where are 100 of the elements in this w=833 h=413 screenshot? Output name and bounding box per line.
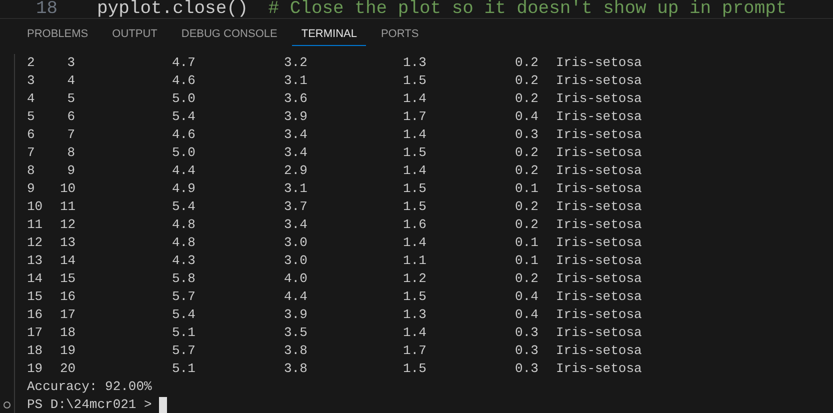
table-cell-text: 1.5 bbox=[403, 360, 428, 378]
table-cell-text: 4.7 bbox=[172, 54, 196, 72]
table-cell-text: 1.5 bbox=[403, 144, 428, 162]
table-cell-text: 0.4 bbox=[515, 306, 540, 324]
table-cell-text: 4.8 bbox=[172, 234, 196, 252]
table-cell-text: 9 bbox=[66, 162, 75, 180]
table-cell-text: Iris-setosa bbox=[556, 288, 643, 306]
table-cell-text: 3 bbox=[66, 54, 75, 72]
table-cell-text: 0.1 bbox=[515, 180, 540, 198]
panel-tab[interactable]: TERMINAL bbox=[292, 24, 366, 46]
table-cell-text: 5.1 bbox=[172, 324, 196, 342]
table-cell-text: 0.2 bbox=[515, 270, 540, 288]
table-cell-text: 5.4 bbox=[172, 198, 196, 216]
table-cell-text: 2.9 bbox=[284, 162, 308, 180]
table-cell-text: 3 bbox=[27, 72, 36, 90]
table-cell-text: 7 bbox=[27, 144, 36, 162]
table-cell-text: 0.2 bbox=[515, 144, 540, 162]
code-text: pyplot.close() bbox=[97, 0, 248, 18]
table-cell-text: 8 bbox=[66, 144, 75, 162]
table-cell-text: 1.4 bbox=[403, 126, 428, 144]
table-cell-text: 0.3 bbox=[515, 324, 540, 342]
table-cell-text: Iris-setosa bbox=[556, 144, 643, 162]
table-cell-text: 5 bbox=[66, 90, 75, 108]
table-cell-text: 7 bbox=[66, 126, 75, 144]
table-cell-text: 0.2 bbox=[515, 54, 540, 72]
table-cell-text: 3.2 bbox=[284, 54, 308, 72]
table-cell-text: Iris-setosa bbox=[556, 72, 643, 90]
panel-tab[interactable]: OUTPUT bbox=[103, 24, 166, 46]
table-cell-text: 4.4 bbox=[284, 288, 308, 306]
terminal-prompt: PS D:\24mcr021 > bbox=[27, 396, 152, 413]
table-cell-text: 6 bbox=[27, 126, 36, 144]
table-cell-text: 0.2 bbox=[515, 162, 540, 180]
table-cell-text: 18 bbox=[27, 342, 44, 360]
output-text: Accuracy: 92.00% bbox=[27, 378, 152, 396]
table-cell-text: 19 bbox=[27, 360, 44, 378]
panel-tab[interactable]: DEBUG CONSOLE bbox=[172, 24, 286, 46]
table-cell-text: 13 bbox=[27, 252, 44, 270]
table-cell-text: 5.8 bbox=[172, 270, 196, 288]
table-cell-text: 0.2 bbox=[515, 198, 540, 216]
table-cell-text: 4.8 bbox=[172, 216, 196, 234]
table-cell-text: 4.9 bbox=[172, 180, 196, 198]
table-cell-text: 5 bbox=[27, 108, 36, 126]
table-cell: 10 bbox=[60, 180, 75, 198]
table-cell-text: 3.0 bbox=[284, 252, 308, 270]
table-cell-text: 2 bbox=[27, 54, 36, 72]
table-cell-text: 3.8 bbox=[284, 360, 308, 378]
table-cell-text: Iris-setosa bbox=[556, 54, 643, 72]
table-cell-text: 1.4 bbox=[403, 234, 428, 252]
table-cell-text: 1.3 bbox=[403, 306, 428, 324]
table-cell-text: 4.3 bbox=[172, 252, 196, 270]
table-cell-text: 4.0 bbox=[284, 270, 308, 288]
table-cell-text: 5.4 bbox=[172, 108, 196, 126]
table-cell-text: Iris-setosa bbox=[556, 90, 643, 108]
table-cell-text: 3.1 bbox=[284, 72, 308, 90]
table-cell-text: 1.7 bbox=[403, 342, 428, 360]
table-cell-text: 17 bbox=[27, 324, 44, 342]
table-cell-text: 0.1 bbox=[515, 234, 540, 252]
circle-icon bbox=[3, 401, 11, 409]
panel-tab[interactable]: PROBLEMS bbox=[18, 24, 98, 46]
table-cell: 17 bbox=[60, 306, 75, 324]
table-cell-text: 5.7 bbox=[172, 342, 196, 360]
table-cell-text: 0.4 bbox=[515, 288, 540, 306]
table-cell-text: 0.2 bbox=[515, 90, 540, 108]
table-cell-text: 0.3 bbox=[515, 342, 540, 360]
table-cell-text: Iris-setosa bbox=[556, 342, 643, 360]
table-cell-text: Iris-setosa bbox=[556, 198, 643, 216]
table-cell-text: 3.0 bbox=[284, 234, 308, 252]
table-cell-text: Iris-setosa bbox=[556, 126, 643, 144]
table-cell-text: 1.1 bbox=[403, 252, 428, 270]
table-cell-text: 5.7 bbox=[172, 288, 196, 306]
table-cell-text: 6 bbox=[66, 108, 75, 126]
table-cell-text: 0.3 bbox=[515, 360, 540, 378]
table-cell-text: 4.6 bbox=[172, 72, 196, 90]
table-cell-text: 9 bbox=[27, 180, 36, 198]
table-cell-text: 5.1 bbox=[172, 360, 196, 378]
table-cell-text: 1.4 bbox=[403, 162, 428, 180]
table-cell-text: 0.3 bbox=[515, 126, 540, 144]
table-cell-text: 1.7 bbox=[403, 108, 428, 126]
table-cell-text: Iris-setosa bbox=[556, 360, 643, 378]
table-cell-text: 4 bbox=[66, 72, 75, 90]
panel-tab[interactable]: PORTS bbox=[372, 24, 428, 46]
table-cell-text: 3.8 bbox=[284, 342, 308, 360]
table-cell-text: 10 bbox=[27, 198, 44, 216]
table-cell-text: 1.4 bbox=[403, 90, 428, 108]
table-cell-text: 3.5 bbox=[284, 324, 308, 342]
table-cell: 20 bbox=[60, 360, 75, 378]
table-cell: 12 bbox=[60, 216, 75, 234]
table-cell-text: Iris-setosa bbox=[556, 216, 643, 234]
table-cell-text: 3.4 bbox=[284, 216, 308, 234]
table-cell-text: 15 bbox=[27, 288, 44, 306]
table-cell-text: 3.1 bbox=[284, 180, 308, 198]
table-cell-text: 0.4 bbox=[515, 108, 540, 126]
table-cell-text: Iris-setosa bbox=[556, 252, 643, 270]
table-cell-text: 1.2 bbox=[403, 270, 428, 288]
terminal-cursor bbox=[158, 397, 167, 413]
table-cell: 14 bbox=[60, 252, 75, 270]
table-cell: 16 bbox=[60, 288, 75, 306]
table-cell-text: 3.6 bbox=[284, 90, 308, 108]
table-cell-text: 1.6 bbox=[403, 216, 428, 234]
table-cell-text: 1.5 bbox=[403, 288, 428, 306]
